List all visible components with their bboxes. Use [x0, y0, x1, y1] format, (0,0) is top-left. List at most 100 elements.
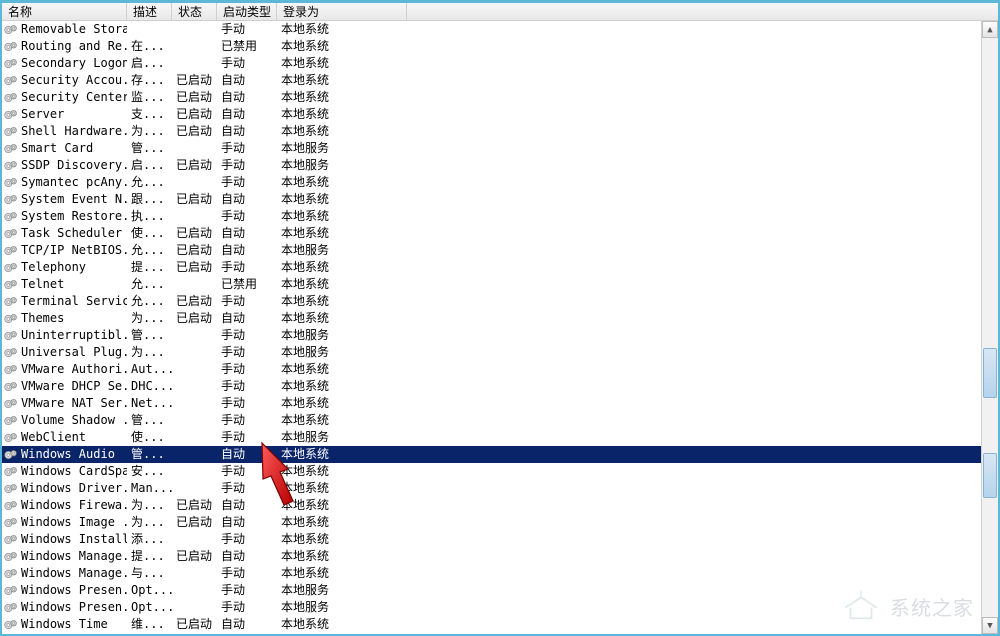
service-name-cell[interactable]: System Restore... — [2, 208, 127, 225]
service-status-cell — [172, 412, 217, 429]
service-name-cell[interactable]: TCP/IP NetBIOS... — [2, 242, 127, 259]
table-row[interactable]: Windows Firewa...为...已启动自动本地系统 — [2, 497, 998, 514]
table-row[interactable]: Terminal Services允...已启动手动本地系统 — [2, 293, 998, 310]
service-name-cell[interactable]: System Event N... — [2, 191, 127, 208]
service-name-cell[interactable]: Terminal Services — [2, 293, 127, 310]
service-logon-cell: 本地系统 — [277, 514, 407, 531]
service-startup-cell: 手动 — [217, 395, 277, 412]
table-row[interactable]: Shell Hardware...为...已启动自动本地系统 — [2, 123, 998, 140]
service-name-cell[interactable]: Security Accou... — [2, 72, 127, 89]
service-logon-cell: 本地系统 — [277, 310, 407, 327]
service-name-cell[interactable]: Task Scheduler — [2, 225, 127, 242]
service-name-cell[interactable]: Secondary Logon — [2, 55, 127, 72]
service-name-cell[interactable]: Windows Image ... — [2, 514, 127, 531]
table-row[interactable]: Windows Presen...Opt...手动本地服务 — [2, 599, 998, 616]
service-name-cell[interactable]: Removable Storage — [2, 21, 127, 38]
table-row[interactable]: Uninterruptibl...管...手动本地服务 — [2, 327, 998, 344]
table-row[interactable]: Themes为...已启动自动本地系统 — [2, 310, 998, 327]
service-name-cell[interactable]: SSDP Discovery... — [2, 157, 127, 174]
service-desc-cell: 管... — [127, 446, 172, 463]
table-row[interactable]: Volume Shadow ...管...手动本地系统 — [2, 412, 998, 429]
table-row[interactable]: Windows CardSpace安...手动本地系统 — [2, 463, 998, 480]
service-name-cell[interactable]: Windows Manage... — [2, 548, 127, 565]
service-name-cell[interactable]: Symantec pcAny... — [2, 174, 127, 191]
service-name-cell[interactable]: VMware DHCP Se... — [2, 378, 127, 395]
table-row[interactable]: Universal Plug...为...手动本地服务 — [2, 344, 998, 361]
service-name-cell[interactable]: Windows Presen... — [2, 599, 127, 616]
table-row[interactable]: Security Center监...已启动自动本地系统 — [2, 89, 998, 106]
table-row[interactable]: VMware DHCP Se...DHC...手动本地系统 — [2, 378, 998, 395]
service-name-cell[interactable]: Themes — [2, 310, 127, 327]
scroll-thumb[interactable] — [983, 453, 997, 498]
table-row[interactable]: Telephony提...已启动手动本地系统 — [2, 259, 998, 276]
table-row[interactable]: Wired AutoConfig手动本地系统 — [2, 633, 998, 634]
service-gear-icon — [4, 193, 18, 207]
table-row[interactable]: System Event N...跟...已启动自动本地系统 — [2, 191, 998, 208]
service-name-cell[interactable]: Windows CardSpace — [2, 463, 127, 480]
service-name-cell[interactable]: Smart Card — [2, 140, 127, 157]
services-listview[interactable]: 名称 描述 状态 启动类型 登录为 Removable Storage手动本地系… — [2, 3, 998, 634]
table-row[interactable]: TCP/IP NetBIOS...允...已启动自动本地服务 — [2, 242, 998, 259]
table-row[interactable]: Symantec pcAny...允...手动本地系统 — [2, 174, 998, 191]
service-name-cell[interactable]: Universal Plug... — [2, 344, 127, 361]
service-name-cell[interactable]: Windows Manage... — [2, 565, 127, 582]
service-name-cell[interactable]: Shell Hardware... — [2, 123, 127, 140]
table-row[interactable]: VMware NAT Ser...Net...手动本地系统 — [2, 395, 998, 412]
service-name-cell[interactable]: Telephony — [2, 259, 127, 276]
column-header-startup[interactable]: 启动类型 — [217, 3, 277, 20]
service-logon-cell: 本地系统 — [277, 446, 407, 463]
table-row[interactable]: Removable Storage手动本地系统 — [2, 21, 998, 38]
table-row[interactable]: SSDP Discovery...启...已启动手动本地服务 — [2, 157, 998, 174]
column-header-name[interactable]: 名称 — [2, 3, 127, 20]
service-name-cell[interactable]: Windows Installer — [2, 531, 127, 548]
service-name-cell[interactable]: Windows Firewa... — [2, 497, 127, 514]
table-row[interactable]: Smart Card管...手动本地服务 — [2, 140, 998, 157]
vertical-scrollbar[interactable]: ▲ ▼ — [981, 21, 998, 634]
service-name-cell[interactable]: Windows Driver... — [2, 480, 127, 497]
column-header-logon[interactable]: 登录为 — [277, 3, 407, 20]
column-header-desc[interactable]: 描述 — [127, 3, 172, 20]
service-name-cell[interactable]: WebClient — [2, 429, 127, 446]
table-row[interactable]: Telnet允...已禁用本地系统 — [2, 276, 998, 293]
scroll-thumb[interactable] — [983, 348, 997, 398]
scroll-up-arrow[interactable]: ▲ — [982, 21, 998, 38]
table-row[interactable]: Server支...已启动自动本地系统 — [2, 106, 998, 123]
table-row[interactable]: Windows Installer添...手动本地系统 — [2, 531, 998, 548]
table-row[interactable]: VMware Authori...Aut...手动本地系统 — [2, 361, 998, 378]
service-desc-cell: Opt... — [127, 599, 172, 616]
service-name-cell[interactable]: Windows Time — [2, 616, 127, 633]
table-row[interactable]: Task Scheduler使...已启动自动本地系统 — [2, 225, 998, 242]
service-name-cell[interactable]: Volume Shadow ... — [2, 412, 127, 429]
service-startup-cell: 自动 — [217, 191, 277, 208]
table-row[interactable]: System Restore...执...手动本地系统 — [2, 208, 998, 225]
service-name-cell[interactable]: VMware Authori... — [2, 361, 127, 378]
service-name-cell[interactable]: Security Center — [2, 89, 127, 106]
service-name-cell[interactable]: VMware NAT Ser... — [2, 395, 127, 412]
table-row[interactable]: Windows Manage...与...手动本地系统 — [2, 565, 998, 582]
service-name-cell[interactable]: Server — [2, 106, 127, 123]
service-name-cell[interactable]: Telnet — [2, 276, 127, 293]
scroll-down-arrow[interactable]: ▼ — [982, 617, 998, 634]
column-header-status[interactable]: 状态 — [172, 3, 217, 20]
table-row[interactable]: Windows Presen...Opt...手动本地服务 — [2, 582, 998, 599]
service-name-text: VMware NAT Ser... — [21, 395, 127, 412]
table-row[interactable]: Windows Manage...提...已启动自动本地系统 — [2, 548, 998, 565]
table-row[interactable]: Windows Image ...为...已启动自动本地系统 — [2, 514, 998, 531]
scroll-track[interactable] — [982, 38, 998, 617]
service-name-cell[interactable]: Windows Presen... — [2, 582, 127, 599]
table-row[interactable]: Windows Audio管...自动本地系统 — [2, 446, 998, 463]
table-row[interactable]: Windows Time维...已启动自动本地系统 — [2, 616, 998, 633]
service-name-cell[interactable]: Routing and Re... — [2, 38, 127, 55]
service-name-cell[interactable]: Uninterruptibl... — [2, 327, 127, 344]
service-name-text: Windows CardSpace — [21, 463, 127, 480]
service-status-cell — [172, 327, 217, 344]
service-startup-cell: 手动 — [217, 531, 277, 548]
table-row[interactable]: WebClient使...手动本地服务 — [2, 429, 998, 446]
table-row[interactable]: Windows Driver...Man...手动本地系统 — [2, 480, 998, 497]
service-name-cell[interactable]: Windows Audio — [2, 446, 127, 463]
service-name-text: Secondary Logon — [21, 55, 127, 72]
table-row[interactable]: Secondary Logon启...手动本地系统 — [2, 55, 998, 72]
table-row[interactable]: Routing and Re...在...已禁用本地系统 — [2, 38, 998, 55]
table-row[interactable]: Security Accou...存...已启动自动本地系统 — [2, 72, 998, 89]
service-name-cell[interactable]: Wired AutoConfig — [2, 633, 127, 634]
